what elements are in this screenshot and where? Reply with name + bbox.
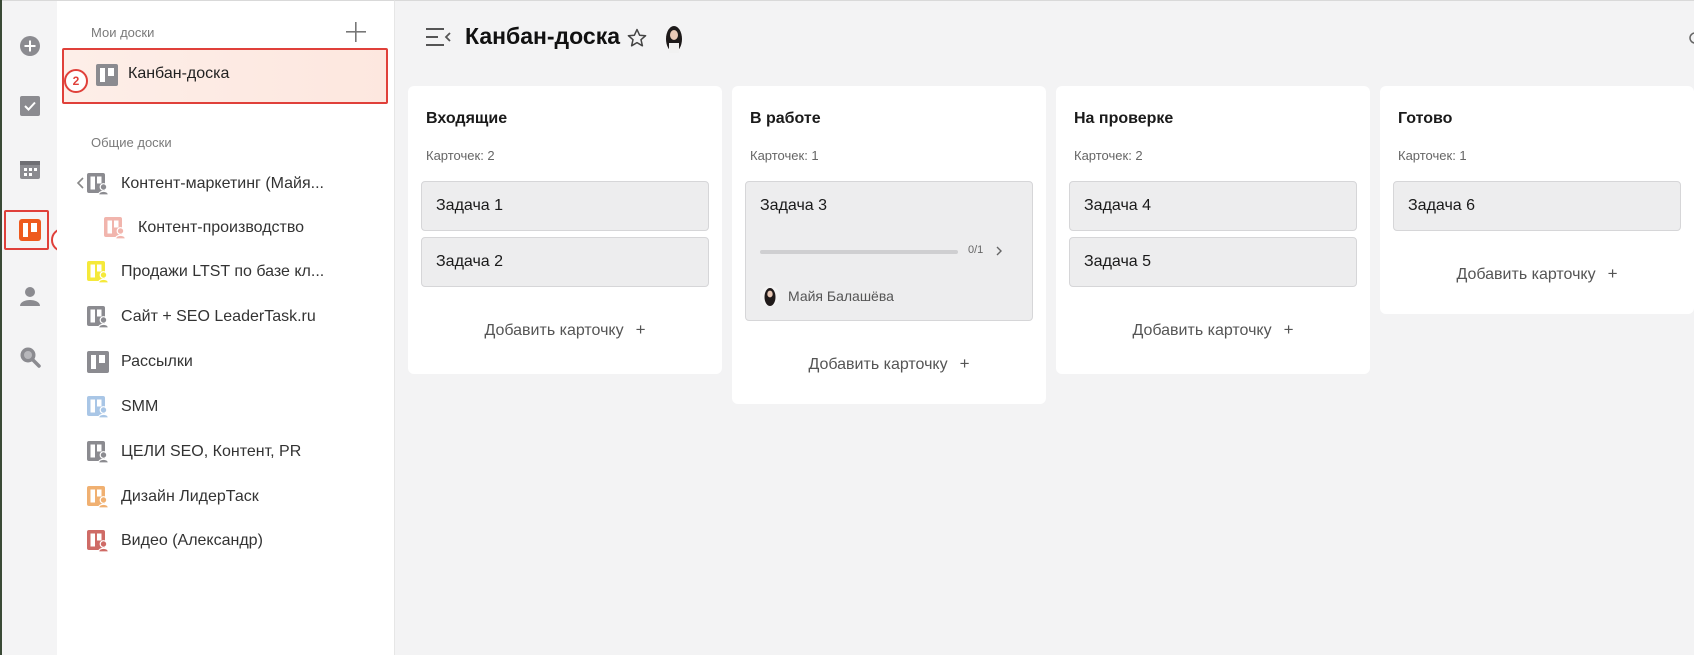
card-title: Задача 4 (1084, 197, 1152, 214)
sidebar-shared-board-item[interactable]: Контент-производство (57, 213, 395, 243)
board-view: Канбан-доска Входящие Карточек: 2 Задача 1… (395, 0, 1694, 655)
person-icon (20, 287, 40, 306)
profile-button[interactable] (14, 280, 46, 312)
plus-circle-icon (20, 36, 40, 56)
task-card[interactable]: Задача 2 (421, 237, 709, 287)
sidebar-item-label: Видео (Александр) (121, 532, 263, 549)
sidebar-shared-board-item[interactable]: Дизайн ЛидерТаск (57, 482, 395, 512)
sidebar-item-label: Сайт + SEO LeaderTask.ru (121, 308, 316, 325)
plus-icon: + (959, 354, 970, 373)
add-card-button[interactable]: Добавить карточку + (1056, 320, 1370, 340)
sidebar-item-label: Контент-производство (138, 219, 305, 236)
task-card[interactable]: Задача 4 (1069, 181, 1357, 231)
nav-rail (2, 0, 57, 655)
checkbox-icon (20, 96, 40, 116)
plus-icon: + (1607, 264, 1618, 283)
column-title[interactable]: Готово (1398, 110, 1452, 128)
sidebar-shared-board-item[interactable]: SMM (57, 392, 395, 422)
shared-board-icon (87, 261, 109, 283)
add-board-icon[interactable] (345, 21, 367, 43)
search-button[interactable] (14, 341, 46, 373)
my-boards-heading: Мои доски (91, 25, 155, 40)
star-icon[interactable] (627, 28, 647, 48)
shared-board-icon (87, 530, 109, 552)
boards-sidebar: Мои доски Канбан-доска 2 Общие доски Кон… (57, 0, 395, 655)
chevron-right-icon[interactable] (994, 244, 1004, 258)
column-title[interactable]: На проверке (1074, 110, 1173, 128)
tasks-button[interactable] (14, 90, 46, 122)
task-card[interactable]: Задача 1 (421, 181, 709, 231)
sidebar-item-label: ЦЕЛИ SEO, Контент, PR (121, 443, 302, 460)
shared-board-icon (87, 173, 109, 195)
sidebar-shared-board-item[interactable]: Продажи LTST по базе кл... (57, 257, 395, 287)
step-badge-2: 2 (64, 69, 88, 93)
checklist-progress-text: 0/1 (968, 244, 984, 256)
sidebar-item-label: Продажи LTST по базе кл... (121, 263, 325, 280)
board-column: Готово Карточек: 1 Задача 6 Добавить карточ… (1380, 86, 1694, 314)
add-card-button[interactable]: Добавить карточку + (732, 354, 1046, 374)
task-card[interactable]: Задача 5 (1069, 237, 1357, 287)
column-title[interactable]: Входящие (426, 110, 507, 128)
board-column: На проверке Карточек: 2 Задача 4 Задача 5 До… (1056, 86, 1370, 374)
calendar-button[interactable] (14, 153, 46, 185)
add-card-label: Добавить карточку (1456, 266, 1596, 283)
task-card[interactable]: Задача 6 (1393, 181, 1681, 231)
add-card-label: Добавить карточку (1132, 322, 1272, 339)
add-card-label: Добавить карточку (808, 356, 948, 373)
owner-avatar[interactable] (664, 23, 684, 53)
plus-icon: + (635, 320, 646, 339)
shared-board-icon (87, 441, 109, 463)
sidebar-shared-board-item[interactable]: ЦЕЛИ SEO, Контент, PR (57, 437, 395, 467)
sidebar-item-label: SMM (121, 398, 159, 415)
shared-board-icon (87, 396, 109, 418)
assignee-name: Майя Балашёва (788, 288, 894, 304)
column-card-count: Карточек: 2 (1074, 148, 1143, 163)
shared-board-icon (87, 306, 109, 328)
boards-highlight-frame (4, 210, 49, 250)
column-title[interactable]: В работе (750, 110, 821, 128)
card-title: Задача 5 (1084, 253, 1152, 270)
column-card-count: Карточек: 2 (426, 148, 495, 163)
card-title: Задача 1 (436, 197, 504, 214)
sidebar-shared-board-item[interactable]: Рассылки (57, 347, 395, 377)
assignee-avatar (760, 286, 780, 306)
sidebar-shared-board-item[interactable]: Видео (Александр) (57, 526, 395, 556)
search-icon (20, 347, 41, 368)
kanban-icon (87, 351, 109, 373)
column-card-count: Карточек: 1 (1398, 148, 1467, 163)
add-card-label: Добавить карточку (484, 322, 624, 339)
partial-icon[interactable] (1687, 31, 1694, 45)
sidebar-shared-board-item[interactable]: Контент-маркетинг (Майя... (57, 169, 395, 199)
sidebar-item-label: Канбан-доска (128, 65, 230, 82)
add-card-button[interactable]: Добавить карточку + (1380, 264, 1694, 284)
sidebar-shared-board-item[interactable]: Сайт + SEO LeaderTask.ru (57, 302, 395, 332)
page-title: Канбан-доска (465, 23, 620, 49)
column-card-count: Карточек: 1 (750, 148, 819, 163)
card-title: Задача 2 (436, 253, 504, 270)
board-column: Входящие Карточек: 2 Задача 1 Задача 2 Добав… (408, 86, 722, 374)
task-card[interactable]: Задача 3 0/1 Майя Балашёва (745, 181, 1033, 321)
add-button[interactable] (14, 30, 46, 62)
card-title: Задача 6 (1408, 197, 1476, 214)
card-title: Задача 3 (760, 197, 828, 214)
sidebar-toggle-icon[interactable] (426, 26, 452, 48)
sidebar-item-label: Рассылки (121, 353, 193, 370)
shared-boards-heading: Общие доски (91, 135, 172, 150)
checklist-progress-bar (760, 250, 958, 254)
add-card-button[interactable]: Добавить карточку + (408, 320, 722, 340)
shared-board-icon (104, 217, 126, 239)
kanban-icon (96, 64, 118, 86)
shared-board-icon (87, 486, 109, 508)
sidebar-item-label: Контент-маркетинг (Майя... (121, 175, 324, 192)
board-column: В работе Карточек: 1 Задача 3 0/1 Майя Балаш… (732, 86, 1046, 404)
plus-icon: + (1283, 320, 1294, 339)
sidebar-item-kanban-board[interactable]: Канбан-доска (62, 48, 388, 104)
calendar-icon (20, 161, 40, 179)
sidebar-item-label: Дизайн ЛидерТаск (121, 488, 259, 505)
